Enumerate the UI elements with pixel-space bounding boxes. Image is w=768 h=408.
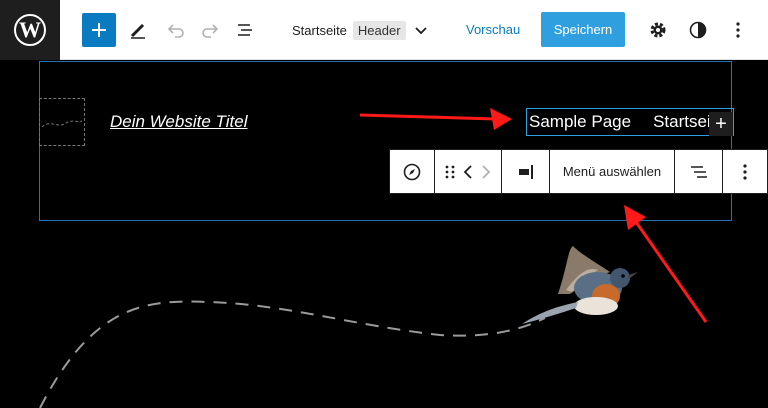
arrow-to-menu-select bbox=[634, 221, 708, 323]
arrow-to-navigation bbox=[359, 113, 497, 121]
annotation-arrows bbox=[359, 108, 708, 323]
